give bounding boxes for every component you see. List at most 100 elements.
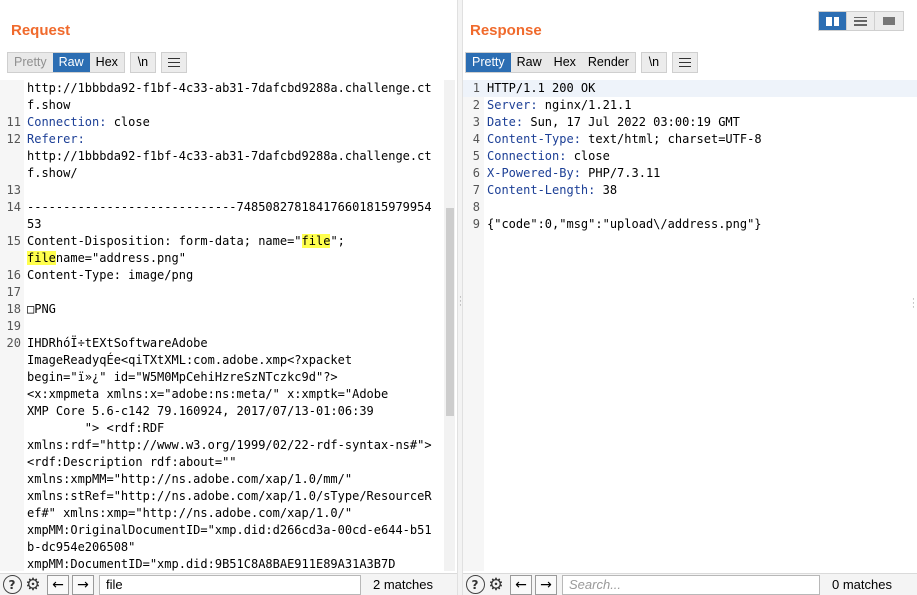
layout-columns-button[interactable] [819,12,847,30]
line-text: HTTP/1.1 200 OK [487,81,596,95]
hamburger-menu-icon [678,58,691,68]
gear-icon: ⚙ [488,574,504,595]
line-text: {"code":0,"msg":"upload\/address.png"} [487,217,762,231]
line-number: 11 [6,115,21,129]
hamburger-menu-icon [167,58,180,68]
line-number: 16 [6,268,21,282]
search-match-highlight: file [27,251,56,265]
line-text [24,318,436,335]
header-key: Date: [487,115,524,129]
arrow-right-icon: → [540,576,552,593]
response-tab-pretty[interactable]: Pretty [466,53,511,72]
response-search-input[interactable]: Search... [562,574,820,595]
line-number: 4 [472,132,480,146]
response-menu-button[interactable] [671,52,698,73]
response-newline-toggle[interactable]: \n [640,52,667,73]
line-number: 3 [472,115,480,129]
line-number: 12 [6,132,21,146]
header-value: close [566,149,610,163]
line-number: 2 [472,98,480,112]
search-match-highlight: file [301,234,331,248]
code-line: 7 Content-Length: 38 [463,182,917,199]
line-text [24,182,436,199]
request-search-input[interactable]: file [99,574,361,595]
request-editor[interactable]: http://1bbbda92-f1bf-4c33-ab31-7dafcbd92… [0,80,457,571]
line-number: 5 [472,149,480,163]
code-line: 14 -----------------------------748508278… [0,199,457,233]
divider-grip[interactable]: · · · [459,294,462,311]
response-match-count: 0 matches [832,577,892,592]
header-key: Connection: [27,115,107,129]
line-number: 19 [6,319,21,333]
line-number [0,80,24,114]
response-tab-hex[interactable]: Hex [548,53,582,72]
code-line: 13 [0,182,457,199]
request-search-bar: ? ⚙ ← → file 2 matches [0,573,457,595]
response-search-bar: ? ⚙ ← → Search... 0 matches [463,573,917,595]
code-line: 19 [0,318,457,335]
split-rows-icon [854,16,867,26]
request-title: Request [11,22,71,39]
layout-single-button[interactable] [875,12,903,30]
line-content: Content-Length: 38 [484,182,904,199]
request-tab-group: Pretty Raw Hex [7,52,125,73]
header-key: X-Powered-By: [487,166,581,180]
line-number: 20 [6,336,21,350]
response-search-next-button[interactable]: → [535,574,557,595]
response-editor[interactable]: 1 HTTP/1.1 200 OK 2 Server: nginx/1.21.1 3… [463,80,917,571]
help-icon: ? [465,575,485,594]
line-text [24,284,436,301]
code-line: http://1bbbda92-f1bf-4c33-ab31-7dafcbd92… [0,80,457,114]
line-number: 9 [472,217,480,231]
line-text: http://1bbbda92-f1bf-4c33-ab31-7dafcbd92… [27,149,432,180]
header-value: text/html; charset=UTF-8 [580,132,762,146]
request-tab-raw[interactable]: Raw [52,53,90,72]
code-line: http://1bbbda92-f1bf-4c33-ab31-7dafcbd92… [0,148,457,182]
gear-icon: ⚙ [25,574,41,595]
line-content: X-Powered-By: PHP/7.3.11 [484,165,904,182]
code-line: 16 Content-Type: image/png [0,267,457,284]
header-key: Content-Type: [487,132,581,146]
response-tab-group: Pretty Raw Hex Render [465,52,636,73]
single-pane-icon [883,17,895,25]
code-line: 12 Referer: [0,131,457,148]
response-tab-render[interactable]: Render [582,53,635,72]
code-line: 9 {"code":0,"msg":"upload\/address.png"} [463,216,917,233]
response-help-button[interactable]: ? [463,574,485,595]
request-settings-button[interactable]: ⚙ [22,574,44,595]
request-search-next-button[interactable]: → [72,574,94,595]
line-text: http://1bbbda92-f1bf-4c33-ab31-7dafcbd92… [27,81,432,112]
request-menu-button[interactable] [160,52,187,73]
arrow-left-icon: ← [52,576,64,593]
code-line: 5 Connection: close [463,148,917,165]
request-help-button[interactable]: ? [0,574,22,595]
header-value: PHP/7.3.11 [580,166,661,180]
right-edge-grip[interactable]: · · · [912,296,915,313]
code-line: 20 IHDRhóÏ÷tEXtSoftwareAdobe ImageReadyqÉ… [0,335,457,571]
header-value: nginx/1.21.1 [537,98,632,112]
code-line: 8 [463,199,917,216]
layout-rows-button[interactable] [847,12,875,30]
code-line: 15 Content-Disposition: form-data; name="… [0,233,457,267]
response-search-prev-button[interactable]: ← [510,574,532,595]
line-content: Referer: [24,131,436,148]
header-key: Server: [487,98,538,112]
response-tab-raw[interactable]: Raw [511,53,548,72]
header-value: close [106,115,150,129]
request-tab-hex[interactable]: Hex [90,53,124,72]
code-line: 11 Connection: close [0,114,457,131]
request-tab-pretty[interactable]: Pretty [8,53,53,72]
line-number: 7 [472,183,480,197]
arrow-right-icon: → [77,576,89,593]
line-text: □PNG [27,302,56,316]
line-text-highlighted: Content-Disposition: form-data; name="fi… [27,234,345,265]
request-match-count: 2 matches [373,577,433,592]
line-content: Content-Type: text/html; charset=UTF-8 [484,131,904,148]
code-line: 17 [0,284,457,301]
request-search-prev-button[interactable]: ← [47,574,69,595]
response-view-tabs: Pretty Raw Hex Render \n [465,52,698,73]
response-settings-button[interactable]: ⚙ [485,574,507,595]
request-newline-toggle[interactable]: \n [129,52,156,73]
line-content: Date: Sun, 17 Jul 2022 03:00:19 GMT [484,114,904,131]
code-line: 18 □PNG [0,301,457,318]
